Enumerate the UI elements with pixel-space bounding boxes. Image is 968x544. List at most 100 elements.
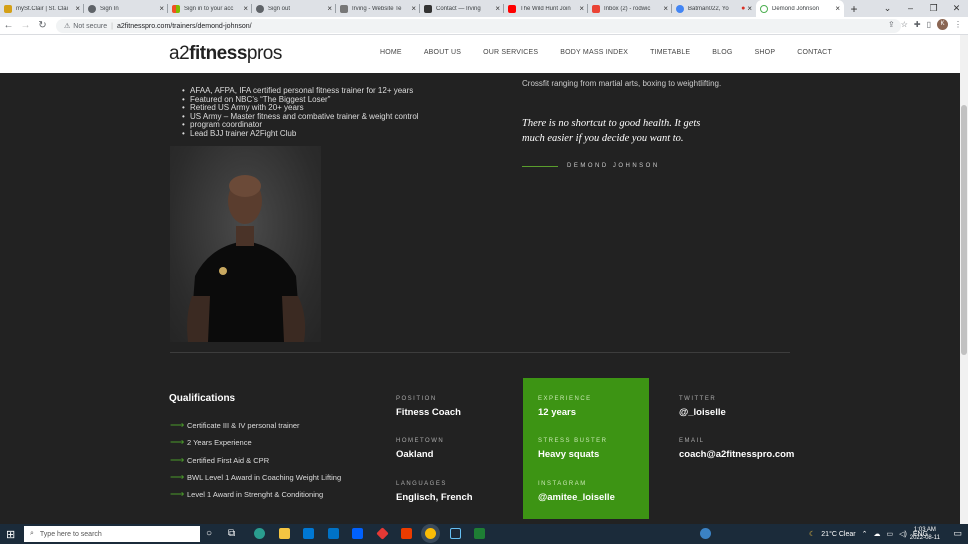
windows-start-icon[interactable]: ⊞ bbox=[6, 528, 15, 541]
close-tab-icon[interactable]: × bbox=[327, 4, 332, 13]
close-tab-icon[interactable]: × bbox=[411, 4, 416, 13]
qualification-text: Certified First Aid & CPR bbox=[187, 456, 270, 465]
nav-timetable[interactable]: TIMETABLE bbox=[650, 49, 690, 56]
minimize-icon[interactable]: – bbox=[899, 0, 922, 17]
nav-body-mass-index[interactable]: BODY MASS INDEX bbox=[560, 49, 628, 56]
menu-kebab-icon[interactable]: ⋮ bbox=[954, 20, 962, 29]
intro-text: Crossfit ranging from martial arts, boxi… bbox=[522, 79, 722, 88]
nav-our-services[interactable]: OUR SERVICES bbox=[483, 49, 538, 56]
scrollbar-thumb[interactable] bbox=[961, 105, 967, 355]
notifications-icon[interactable]: ▭ bbox=[953, 528, 962, 539]
site-logo[interactable]: a2fitnesspros bbox=[169, 43, 282, 65]
page-scrollbar[interactable] bbox=[960, 35, 968, 524]
taskbar-search[interactable]: ⌕ Type here to search bbox=[24, 526, 200, 542]
quote-author: DEMOND JOHNSON bbox=[567, 163, 660, 169]
tab-favicon-icon bbox=[592, 4, 600, 13]
browser-tab[interactable]: Inbox (2) - rodwic × bbox=[588, 0, 672, 17]
chrome-icon[interactable] bbox=[425, 528, 436, 539]
trainer-portrait-illustration bbox=[187, 175, 306, 342]
security-status: Not secure bbox=[73, 22, 108, 30]
close-tab-icon[interactable]: × bbox=[75, 4, 80, 13]
email-link[interactable]: coach@a2fitnesspro.com bbox=[679, 449, 794, 460]
browser-tab[interactable]: Irving - Website Te × bbox=[336, 0, 420, 17]
qualification-text: Certificate III & IV personal trainer bbox=[187, 421, 300, 430]
notepad-icon[interactable] bbox=[474, 528, 485, 539]
forward-icon[interactable]: → bbox=[17, 20, 34, 31]
browser-tab-active[interactable]: Demond Johnson × bbox=[756, 0, 844, 17]
experience-label: EXPERIENCE bbox=[538, 396, 592, 402]
close-tab-icon[interactable]: × bbox=[159, 4, 164, 13]
widgets-icon[interactable]: ⧉ bbox=[228, 528, 235, 539]
taskbar-clock[interactable]: 1:03 AM 2022-08-11 bbox=[910, 526, 940, 542]
mail-icon[interactable] bbox=[328, 528, 339, 539]
clock-date: 2022-08-11 bbox=[909, 535, 940, 541]
page-content: AFAA, AFPA, IFA certified personal fitne… bbox=[0, 73, 960, 524]
browser-tab[interactable]: Sign out × bbox=[252, 0, 336, 17]
search-placeholder: Type here to search bbox=[39, 530, 102, 538]
close-tab-icon[interactable]: × bbox=[835, 4, 840, 13]
tab-title: Contact — Irving bbox=[436, 5, 481, 12]
twitter-link[interactable]: @_loiselle bbox=[679, 407, 726, 418]
browser-tab[interactable]: Contact — Irving × bbox=[420, 0, 504, 17]
tray-app-icon[interactable] bbox=[700, 528, 711, 539]
tab-search-icon[interactable]: ⌄ bbox=[876, 0, 899, 17]
qualification-item: ⟶ Certified First Aid & CPR bbox=[170, 455, 269, 466]
network-icon[interactable]: ▭ bbox=[886, 530, 893, 538]
steam-icon[interactable] bbox=[450, 528, 461, 539]
browser-tab[interactable]: The Wild Hunt Join × bbox=[504, 0, 588, 17]
bio-bullet: Lead BJJ trainer A2Fight Club bbox=[182, 129, 440, 139]
restore-icon[interactable]: ❐ bbox=[922, 0, 945, 17]
nav-about-us[interactable]: ABOUT US bbox=[424, 49, 461, 56]
close-tab-icon[interactable]: × bbox=[579, 4, 584, 13]
quote-divider bbox=[522, 166, 558, 167]
close-tab-icon[interactable]: × bbox=[663, 4, 668, 13]
new-tab-button[interactable]: + bbox=[846, 2, 862, 16]
side-panel-icon[interactable]: ▯ bbox=[927, 20, 931, 29]
office-icon[interactable] bbox=[401, 528, 412, 539]
nav-shop[interactable]: SHOP bbox=[755, 49, 776, 56]
instagram-label: INSTAGRAM bbox=[538, 481, 587, 487]
instagram-link[interactable]: @amitee_loiselle bbox=[538, 492, 615, 503]
tab-favicon-icon bbox=[340, 4, 348, 13]
file-explorer-icon[interactable] bbox=[279, 528, 290, 539]
browser-tab[interactable]: Sign In × bbox=[84, 0, 168, 17]
edge-icon[interactable] bbox=[254, 528, 265, 539]
browser-tab[interactable]: mySt.Clair | St. Clai × bbox=[0, 0, 84, 17]
share-icon[interactable]: ⇪ bbox=[888, 20, 895, 29]
app-icon[interactable] bbox=[376, 527, 389, 540]
weather-text[interactable]: 21°C Clear bbox=[821, 531, 855, 538]
close-window-icon[interactable]: ✕ bbox=[945, 0, 968, 17]
browser-tab[interactable]: Batman022, Yo ● × bbox=[672, 0, 756, 17]
arrow-right-icon: ⟶ bbox=[170, 420, 185, 431]
warning-icon: ⚠ bbox=[64, 23, 71, 30]
profile-avatar[interactable]: K bbox=[937, 19, 948, 30]
tab-title: Demond Johnson bbox=[772, 5, 820, 12]
close-tab-icon[interactable]: × bbox=[747, 4, 752, 13]
tab-favicon-icon bbox=[676, 4, 684, 13]
store-icon[interactable] bbox=[303, 528, 314, 539]
trainer-photo bbox=[170, 146, 321, 342]
logo-part: a2 bbox=[169, 43, 190, 64]
browser-tab[interactable]: Sign in to your acc × bbox=[168, 0, 252, 17]
tray-chevron-icon[interactable]: ⌃ bbox=[862, 530, 868, 538]
url-bar[interactable]: ⚠ Not secure | a2fitnesspro.com/trainers… bbox=[56, 19, 901, 33]
hometown-label: HOMETOWN bbox=[396, 438, 445, 444]
volume-icon[interactable]: ◁) bbox=[899, 530, 907, 538]
back-icon[interactable]: ← bbox=[0, 20, 17, 31]
dropbox-icon[interactable] bbox=[352, 528, 363, 539]
bookmark-star-icon[interactable]: ☆ bbox=[901, 20, 908, 29]
reload-icon[interactable]: ↻ bbox=[34, 20, 51, 31]
extensions-icon[interactable]: ✚ bbox=[914, 20, 921, 29]
weather-icon: ☾ bbox=[809, 531, 816, 538]
site-header: a2fitnesspros HOME ABOUT US OUR SERVICES… bbox=[0, 35, 960, 73]
nav-blog[interactable]: BLOG bbox=[712, 49, 732, 56]
tab-title: mySt.Clair | St. Clai bbox=[16, 5, 68, 12]
task-view-icon[interactable]: ○ bbox=[206, 528, 212, 539]
position-label: POSITION bbox=[396, 396, 437, 402]
nav-contact[interactable]: CONTACT bbox=[797, 49, 832, 56]
nav-home[interactable]: HOME bbox=[380, 49, 402, 56]
close-tab-icon[interactable]: × bbox=[495, 4, 500, 13]
onedrive-icon[interactable]: ☁ bbox=[873, 530, 880, 538]
close-tab-icon[interactable]: × bbox=[243, 4, 248, 13]
tab-title: Inbox (2) - rodwic bbox=[604, 5, 651, 12]
